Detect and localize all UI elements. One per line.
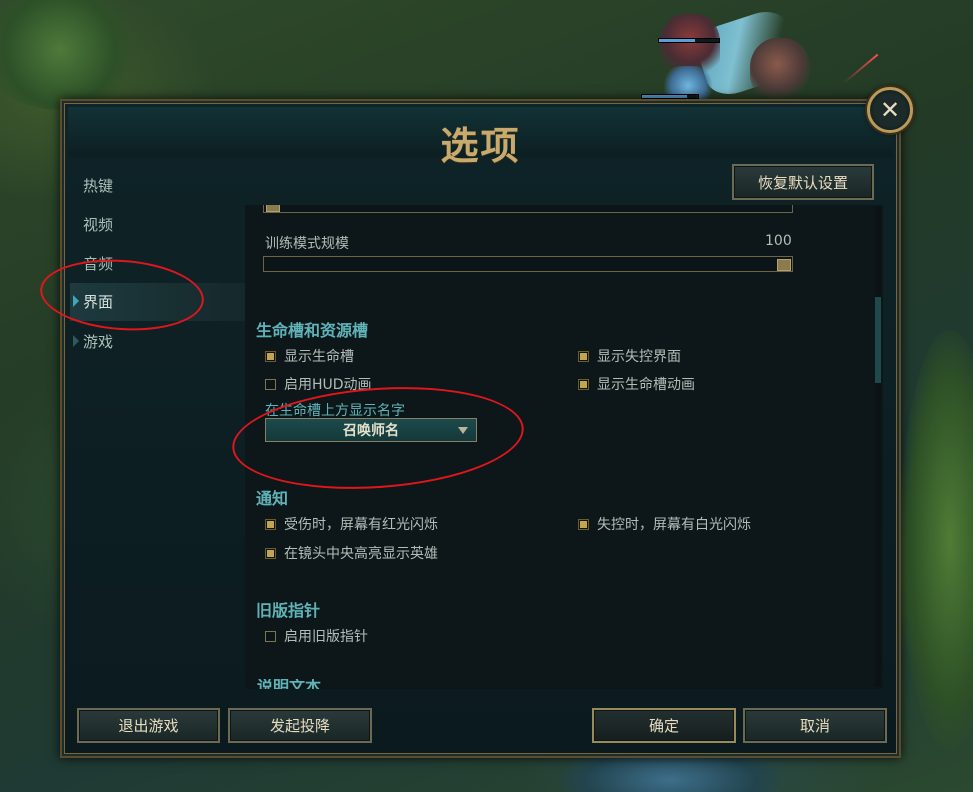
checkbox-label: 显示生命槽动画 xyxy=(597,377,695,393)
projectile xyxy=(842,53,879,85)
cancel-button[interactable]: 取消 xyxy=(743,708,887,743)
scrollbar-track[interactable] xyxy=(875,207,881,687)
close-icon: ✕ xyxy=(879,96,901,124)
dialog-title: 选项 xyxy=(440,124,521,168)
sidebar-item-label: 游戏 xyxy=(83,333,114,351)
background-champion xyxy=(750,38,810,103)
dialog-title-bar: 选项 xyxy=(68,107,893,168)
exit-game-button[interactable]: 退出游戏 xyxy=(77,708,220,743)
scrollbar-thumb[interactable] xyxy=(875,297,881,383)
checkbox-icon xyxy=(265,350,276,362)
damage-flash-checkbox[interactable]: 受伤时，屏幕有红光闪烁 xyxy=(265,514,438,534)
surrender-button[interactable]: 发起投降 xyxy=(228,708,372,743)
confirm-button[interactable]: 确定 xyxy=(592,708,736,743)
background-foliage xyxy=(900,330,973,750)
checkbox-label: 启用旧版指针 xyxy=(284,629,368,645)
show-health-animation-checkbox[interactable]: 显示生命槽动画 xyxy=(578,374,695,394)
checkbox-icon xyxy=(578,350,589,362)
sidebar-item-hotkeys[interactable]: 热键 xyxy=(70,167,246,205)
section-title-legacy-cursor: 旧版指针 xyxy=(256,601,321,620)
cc-flash-checkbox[interactable]: 失控时，屏幕有白光闪烁 xyxy=(578,514,751,534)
checkbox-label: 显示生命槽 xyxy=(284,349,354,365)
checkbox-icon xyxy=(578,378,589,390)
slider-handle[interactable] xyxy=(777,259,791,271)
restore-defaults-button[interactable]: 恢复默认设置 xyxy=(732,164,874,200)
checkbox-label: 受伤时，屏幕有红光闪烁 xyxy=(284,517,438,533)
partial-slider[interactable] xyxy=(263,205,793,213)
show-cc-interface-checkbox[interactable]: 显示失控界面 xyxy=(578,346,681,366)
checkbox-icon xyxy=(578,518,589,530)
checkbox-label: 失控时，屏幕有白光闪烁 xyxy=(597,517,751,533)
legacy-cursor-checkbox[interactable]: 启用旧版指针 xyxy=(265,626,368,646)
show-health-bar-checkbox[interactable]: 显示生命槽 xyxy=(265,346,354,366)
background-foliage xyxy=(0,0,140,110)
close-button[interactable]: ✕ xyxy=(867,87,913,133)
checkbox-icon xyxy=(265,518,276,530)
sidebar-item-game[interactable]: 游戏 xyxy=(70,323,246,361)
checkbox-icon xyxy=(265,547,276,559)
section-title-health: 生命槽和资源槽 xyxy=(256,321,369,340)
sidebar-item-video[interactable]: 视频 xyxy=(70,206,246,244)
collapsed-arrow-icon xyxy=(73,335,79,347)
training-scale-slider[interactable] xyxy=(263,256,793,272)
section-title-notify: 通知 xyxy=(256,489,289,508)
checkbox-icon xyxy=(265,630,276,642)
highlight-champion-checkbox[interactable]: 在镜头中央高亮显示英雄 xyxy=(265,543,438,563)
slider-handle[interactable] xyxy=(266,205,280,212)
training-scale-label: 训练模式规模 xyxy=(265,236,349,252)
checkbox-label: 在镜头中央高亮显示英雄 xyxy=(284,546,438,562)
unit-health-bar xyxy=(658,38,720,43)
checkbox-icon xyxy=(265,378,276,390)
training-scale-value: 100 xyxy=(765,233,792,249)
checkbox-label: 显示失控界面 xyxy=(597,349,681,365)
next-section-partial: 说明文本 xyxy=(257,679,322,689)
